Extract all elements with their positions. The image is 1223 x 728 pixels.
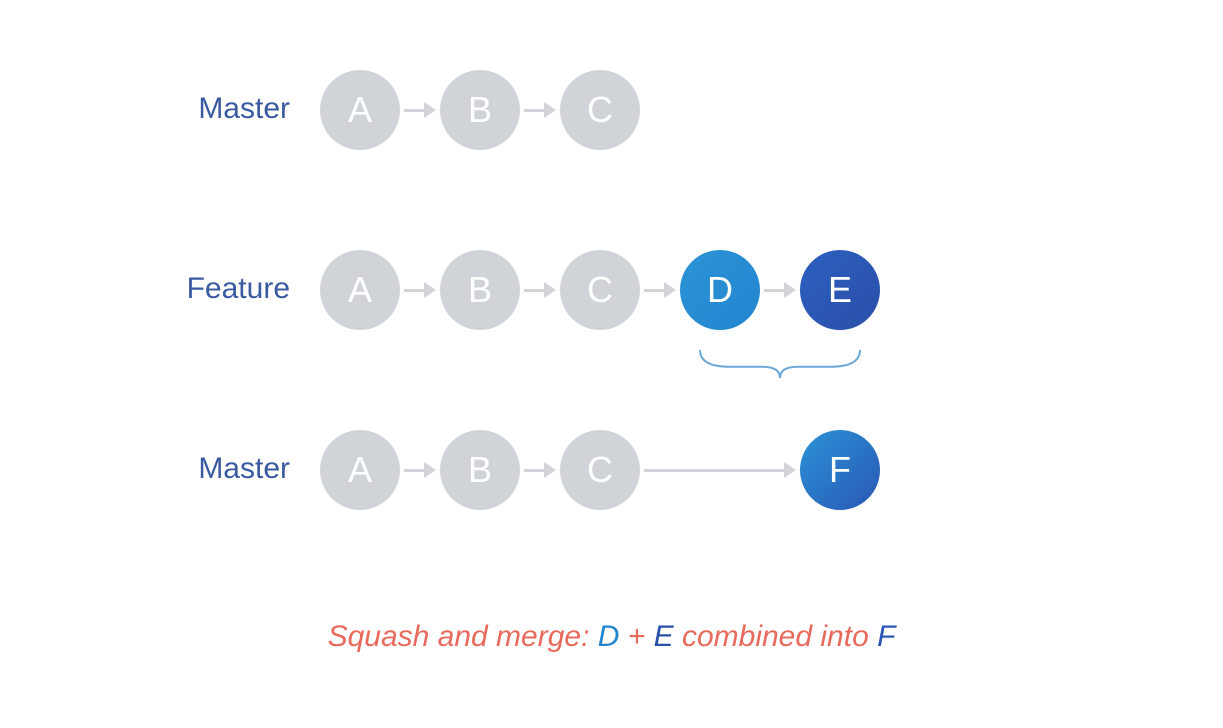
commit-node: B: [440, 430, 520, 510]
arrow-icon: [404, 100, 436, 120]
caption-part: +: [619, 620, 653, 653]
commit-node: A: [320, 430, 400, 510]
commit-node: B: [440, 250, 520, 330]
arrow-icon: [404, 280, 436, 300]
branch-label: Feature: [150, 272, 290, 306]
caption: Squash and merge: D + E combined into F: [0, 620, 1223, 654]
caption-part: E: [654, 620, 674, 653]
commit-node: B: [440, 70, 520, 150]
arrow-icon: [524, 100, 556, 120]
branch-label: Master: [150, 92, 290, 126]
caption-part: Squash and merge:: [328, 620, 598, 653]
commit-node: C: [560, 430, 640, 510]
commit-node: C: [560, 250, 640, 330]
commit-node: A: [320, 250, 400, 330]
caption-part: combined into: [674, 620, 877, 653]
arrow-icon: [524, 460, 556, 480]
branch-label: Master: [150, 452, 290, 486]
arrow-icon: [524, 280, 556, 300]
caption-part: D: [598, 620, 620, 653]
arrow-icon: [644, 460, 796, 480]
commit-node: C: [560, 70, 640, 150]
arrow-icon: [764, 280, 796, 300]
arrow-icon: [404, 460, 436, 480]
commit-node: E: [800, 250, 880, 330]
caption-part: F: [877, 620, 895, 653]
commit-node: D: [680, 250, 760, 330]
commit-node: F: [800, 430, 880, 510]
arrow-icon: [644, 280, 676, 300]
commit-node: A: [320, 70, 400, 150]
